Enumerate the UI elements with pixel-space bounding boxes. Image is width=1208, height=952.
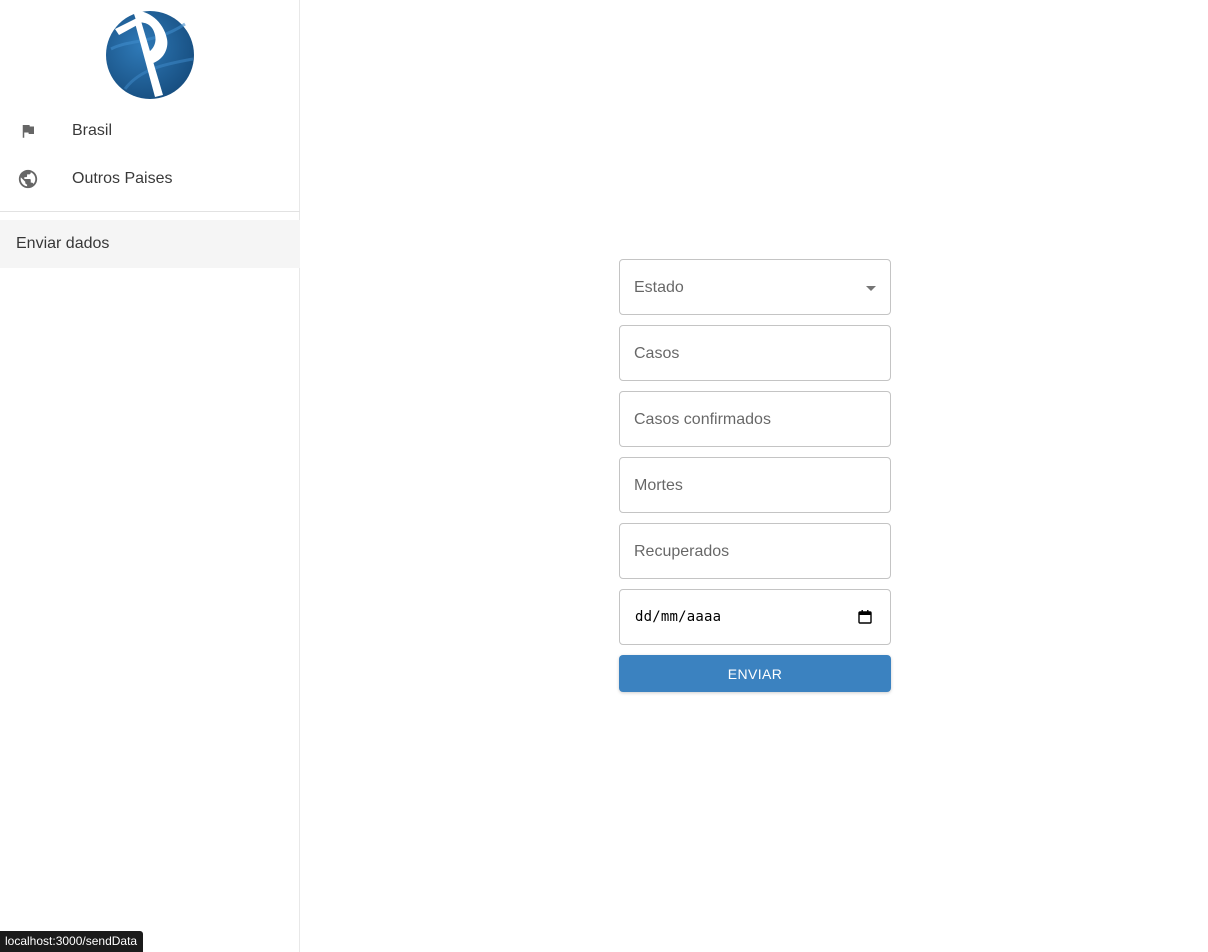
sidebar-item-label: Outros Paises bbox=[72, 170, 173, 187]
sidebar-divider bbox=[0, 211, 300, 212]
arrow-drop-down-icon[interactable] bbox=[866, 286, 876, 291]
recuperados-input[interactable]: Recuperados bbox=[619, 523, 891, 579]
date-input[interactable]: dd/mm/aaaa bbox=[619, 589, 891, 645]
recuperados-placeholder: Recuperados bbox=[634, 543, 730, 560]
estado-select[interactable]: Estado bbox=[619, 259, 891, 315]
status-bar-url: localhost:3000/sendData bbox=[0, 931, 144, 952]
send-data-form: Estado Casos Casos confirmados Mortes Re… bbox=[619, 259, 891, 692]
sidebar-item-brasil[interactable]: Brasil bbox=[0, 107, 300, 155]
globe-icon bbox=[17, 168, 39, 190]
date-placeholder: dd/mm/aaaa bbox=[635, 609, 722, 625]
sidebar-item-enviar-dados[interactable]: Enviar dados bbox=[0, 220, 300, 268]
sidebar-item-label: Enviar dados bbox=[16, 235, 110, 252]
sidebar-item-label: Brasil bbox=[72, 122, 113, 139]
estado-placeholder: Estado bbox=[634, 279, 684, 296]
enviar-button[interactable]: ENVIAR bbox=[619, 655, 891, 692]
mortes-input[interactable]: Mortes bbox=[619, 457, 891, 513]
mortes-placeholder: Mortes bbox=[634, 477, 683, 494]
sidebar-item-outros-paises[interactable]: Outros Paises bbox=[0, 155, 300, 203]
casos-input[interactable]: Casos bbox=[619, 325, 891, 381]
sidebar: Brasil Outros Paises Enviar dados bbox=[0, 0, 300, 952]
casos-confirmados-input[interactable]: Casos confirmados bbox=[619, 391, 891, 447]
brand-logo-icon[interactable] bbox=[105, 9, 195, 99]
casos-placeholder: Casos bbox=[634, 345, 680, 362]
flag-icon bbox=[17, 120, 39, 142]
casos-confirmados-placeholder: Casos confirmados bbox=[634, 411, 771, 428]
calendar-icon[interactable] bbox=[857, 609, 873, 625]
